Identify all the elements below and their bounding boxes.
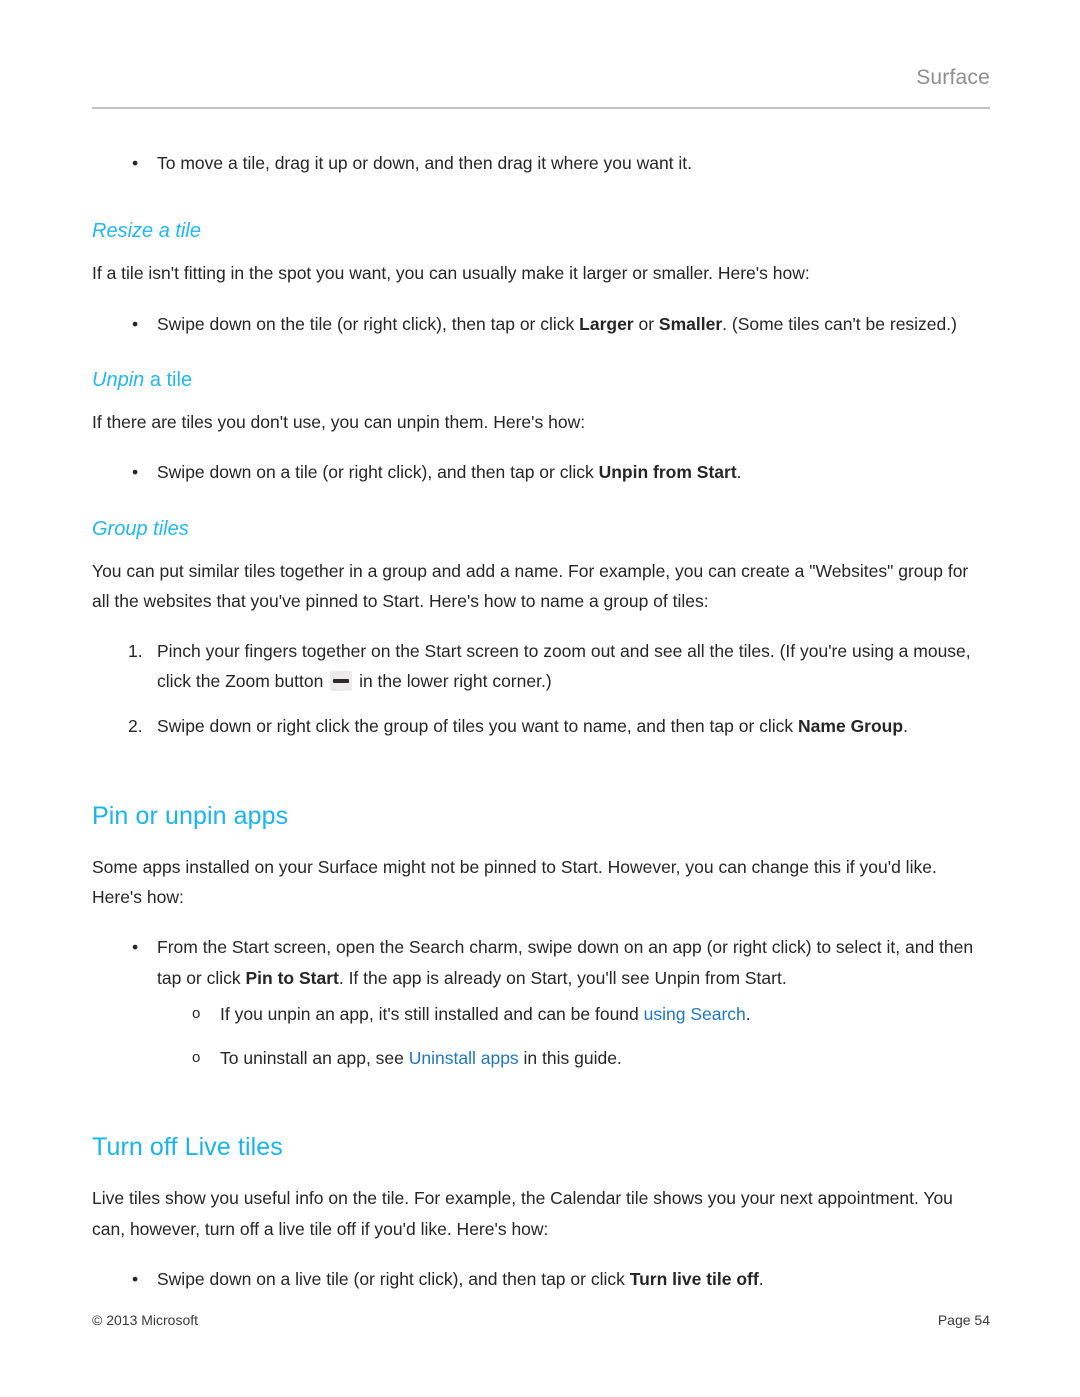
pin-unpin-bullet-list: • From the Start screen, open the Search… — [92, 932, 990, 1073]
heading-unpin-a-tile: Unpin a tile — [92, 367, 990, 393]
pin-unpin-intro-paragraph: Some apps installed on your Surface migh… — [92, 857, 937, 908]
list-item: • Swipe down on a live tile (or right cl… — [92, 1264, 990, 1294]
list-item-text-part: . — [736, 462, 742, 483]
list-item-text-part: . If the app is already on Start, you'll… — [338, 967, 787, 988]
list-item-text-part: If you unpin an app, it's still installe… — [220, 1004, 644, 1025]
live-tiles-intro-paragraph: Live tiles show you useful info on the t… — [92, 1188, 953, 1239]
emphasis-smaller: Smaller — [658, 313, 723, 334]
list-item-text-part: . — [758, 1268, 764, 1289]
list-item: 1. Pinch your fingers together on the St… — [92, 636, 990, 697]
heading-turn-off-live-tiles: Turn off Live tiles — [92, 1133, 283, 1162]
bullet-marker: • — [132, 313, 139, 334]
document-page: Surface • To move a tile, drag it up or … — [0, 0, 1080, 1397]
page-header: Surface — [92, 66, 990, 90]
list-item-text-part: . (Some tiles can't be resized.) — [722, 313, 957, 334]
move-tile-list: • To move a tile, drag it up or down, an… — [92, 148, 990, 178]
step-number: 1. — [128, 640, 143, 661]
heading-unpin-italic-part: Unpin — [92, 368, 145, 391]
list-item-text-part: . — [745, 1004, 751, 1025]
page-content: • To move a tile, drag it up or down, an… — [92, 148, 990, 1300]
group-steps-list: 1. Pinch your fingers together on the St… — [92, 636, 990, 741]
list-item: 2. Swipe down or right click the group o… — [92, 711, 990, 741]
group-intro-paragraph: You can put similar tiles together in a … — [92, 556, 990, 616]
heading-group-tiles: Group tiles — [92, 517, 189, 540]
list-item: o If you unpin an app, it's still instal… — [92, 999, 990, 1029]
emphasis-pin-to-start: Pin to Start — [245, 967, 339, 988]
unpin-bullet-list: • Swipe down on a tile (or right click),… — [92, 457, 990, 487]
bullet-marker: • — [132, 937, 139, 958]
group-intro-line1: You can put similar tiles together in a … — [92, 560, 969, 581]
list-item: • From the Start screen, open the Search… — [92, 932, 990, 993]
list-item-text-part: Swipe down on a tile (or right click), a… — [157, 462, 599, 483]
emphasis-unpin-from-start: Unpin from Start — [598, 462, 737, 483]
list-item: • Swipe down on the tile (or right click… — [92, 309, 990, 339]
unpin-intro-paragraph: If there are tiles you don't use, you ca… — [92, 411, 586, 432]
heading-resize-a-tile: Resize a tile — [92, 220, 201, 243]
list-item-text-part: Swipe down on a live tile (or right clic… — [157, 1268, 630, 1289]
resize-intro-paragraph: If a tile isn't fitting in the spot you … — [92, 263, 810, 284]
emphasis-name-group: Name Group — [798, 715, 904, 736]
emphasis-turn-live-tile-off: Turn live tile off — [629, 1268, 759, 1289]
group-intro-line2: all the websites that you've pinned to S… — [92, 590, 709, 611]
heading-pin-or-unpin-apps: Pin or unpin apps — [92, 802, 289, 830]
list-item-text-part: or — [633, 313, 659, 334]
list-item-text: To move a tile, drag it up or down, and … — [157, 153, 693, 173]
list-item: o To uninstall an app, see Uninstall app… — [92, 1043, 990, 1073]
bullet-marker: • — [132, 1268, 139, 1289]
zoom-out-button-icon — [330, 671, 353, 692]
list-item-text-part: . — [903, 715, 908, 736]
header-divider — [92, 107, 990, 109]
list-item: • Swipe down on a tile (or right click),… — [92, 457, 990, 487]
bullet-marker: • — [132, 462, 139, 483]
list-item-text-part: To uninstall an app, see — [220, 1047, 409, 1068]
footer-copyright: © 2013 Microsoft — [92, 1312, 199, 1328]
list-item: • To move a tile, drag it up or down, an… — [92, 148, 990, 178]
live-tiles-bullet-list: • Swipe down on a live tile (or right cl… — [92, 1264, 990, 1294]
resize-bullet-list: • Swipe down on the tile (or right click… — [92, 309, 990, 339]
list-item-text-part: Pinch your fingers together on the Start… — [157, 640, 971, 692]
step-number: 2. — [128, 715, 143, 736]
sub-bullet-marker: o — [192, 1048, 201, 1066]
footer-page-number: Page 54 — [937, 1312, 990, 1328]
link-using-search[interactable]: using Search — [644, 1004, 746, 1024]
bullet-marker: • — [132, 153, 139, 173]
list-item-text-part: Swipe down on the tile (or right click),… — [157, 313, 580, 334]
emphasis-larger: Larger — [579, 313, 634, 334]
list-item-text-part: Swipe down or right click the group of t… — [157, 715, 799, 736]
page-footer: © 2013 Microsoft Page 54 — [92, 1312, 990, 1328]
sub-bullet-marker: o — [192, 1005, 201, 1023]
header-title: Surface — [916, 66, 990, 89]
heading-unpin-upright-part: a tile — [144, 368, 193, 391]
list-item-text-part: in this guide. — [518, 1047, 622, 1068]
list-item-text-part: in the lower right corner.) — [354, 671, 552, 692]
link-uninstall-apps[interactable]: Uninstall apps — [409, 1048, 519, 1068]
